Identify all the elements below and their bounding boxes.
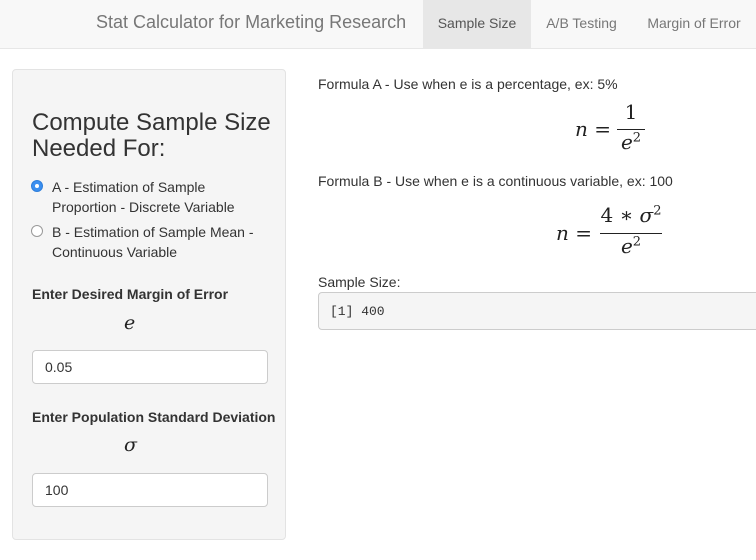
formula-a-label: Formula A - Use when e is a percentage, …: [318, 76, 618, 92]
radio-button-a[interactable]: [31, 180, 43, 192]
formula-b-numerator: 4 ∗ σ2: [600, 203, 662, 227]
formula-a-denominator: e2: [617, 130, 645, 154]
tab-margin-of-error[interactable]: Margin of Error: [632, 0, 756, 48]
std-dev-input[interactable]: [32, 473, 268, 507]
formula-b-label: Formula B - Use when e is a continuous v…: [318, 173, 673, 189]
formula-a-numerator: 1: [624, 100, 638, 124]
formula-b-num-exp: 2: [653, 203, 662, 219]
margin-error-label: Enter Desired Margin of Error: [32, 286, 229, 302]
formula-b-lhs: n =: [556, 221, 592, 245]
std-dev-symbol: σ: [124, 434, 137, 456]
margin-error-symbol: e: [124, 312, 136, 334]
radio-label-b[interactable]: B - Estimation of Sample Mean - Continuo…: [52, 222, 272, 262]
formula-a-den-base: e: [620, 130, 633, 154]
sample-size-label: Sample Size:: [318, 274, 401, 290]
tab-sample-size[interactable]: Sample Size: [423, 0, 531, 48]
radio-label-a[interactable]: A - Estimation of Sample Proportion - Di…: [52, 177, 272, 217]
formula-a-lhs: n =: [575, 117, 611, 141]
sidebar-title: Compute Sample Size Needed For:: [32, 109, 271, 162]
margin-error-input[interactable]: [32, 350, 268, 384]
sample-size-value: [1] 400: [330, 304, 385, 319]
radio-button-b[interactable]: [31, 225, 43, 237]
formula-b-num-coef: 4 ∗: [600, 203, 640, 227]
formula-a: n = 1 e2: [575, 100, 655, 160]
tab-ab-testing[interactable]: A/B Testing: [531, 0, 632, 48]
std-dev-label: Enter Population Standard Deviation: [32, 409, 276, 425]
formula-b-den-base: e: [620, 234, 633, 258]
formula-b-den-exp: 2: [632, 234, 642, 250]
sample-size-output: [1] 400: [318, 292, 756, 330]
app-title[interactable]: Stat Calculator for Marketing Research: [96, 12, 406, 33]
formula-b-denominator: e2: [600, 234, 662, 258]
sidebar-panel: Compute Sample Size Needed For: A - Esti…: [12, 69, 286, 540]
formula-b: n = 4 ∗ σ2 e2: [556, 203, 666, 263]
formula-a-den-exp: 2: [632, 130, 642, 146]
formula-b-num-base: σ: [639, 203, 654, 227]
navbar: Stat Calculator for Marketing Research S…: [0, 0, 756, 49]
